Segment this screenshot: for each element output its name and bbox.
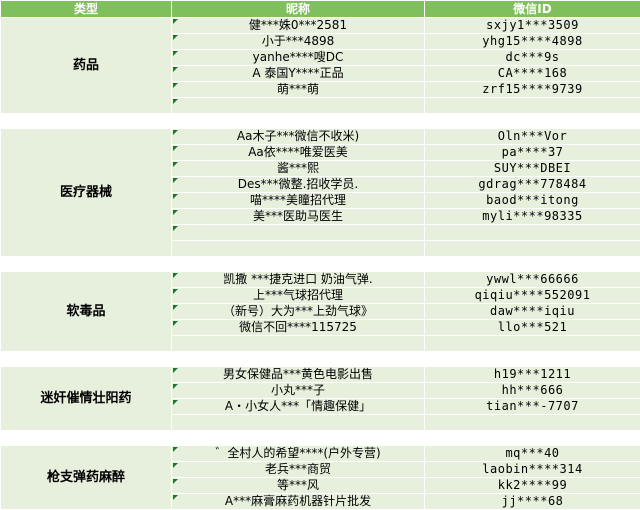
wechat-id-cell: gdrag***778484 [425, 177, 640, 193]
table-row: 迷奸催情壮阳药 男女保健品***黄色电影出售 h19***1211 [1, 367, 640, 383]
spacer-row [1, 114, 640, 129]
wechat-id-cell: daw****iqiu [425, 304, 640, 320]
empty-cell [172, 98, 425, 114]
nickname-cell: 微信不回****115725 [172, 320, 425, 336]
empty-cell [425, 98, 640, 114]
nickname-cell: A 泰国Y****正品 [172, 66, 425, 82]
empty-cell [425, 241, 640, 257]
nickname-cell: 等***风 [172, 478, 425, 494]
table-row: 药品 健***姝0***2581 sxjy1***3509 [1, 18, 640, 34]
wechat-id-cell: SUY***DBEI [425, 161, 640, 177]
nickname-cell: 上***气球招代理 [172, 288, 425, 304]
nickname-cell: Des***微整.招收学员. [172, 177, 425, 193]
wechat-id-cell: tian***-7707 [425, 399, 640, 415]
wechat-id-cell: dc***9s [425, 50, 640, 66]
data-table: 类型 昵称 微信ID 药品 健***姝0***2581 sxjy1***3509… [0, 0, 640, 510]
spacer-cell [1, 352, 640, 367]
empty-cell [172, 336, 425, 352]
wechat-id-cell: Oln***Vor [425, 129, 640, 145]
nickname-cell: Aa依****唯爱医美 [172, 145, 425, 161]
wechat-id-cell: jj****68 [425, 494, 640, 510]
header-nickname: 昵称 [172, 1, 425, 18]
nickname-cell: 小于***4898 [172, 34, 425, 50]
nickname-cell: 酱***熙 [172, 161, 425, 177]
empty-cell [172, 225, 425, 241]
wechat-id-cell: zrf15****9739 [425, 82, 640, 98]
nickname-cell: 凯撒 ***捷克进口 奶油气弹. [172, 272, 425, 288]
empty-cell [172, 241, 425, 257]
empty-cell [425, 415, 640, 431]
nickname-cell: 美***医助马医生 [172, 209, 425, 225]
header-row: 类型 昵称 微信ID [1, 1, 640, 18]
wechat-id-cell: yhg15****4898 [425, 34, 640, 50]
wechat-id-cell: mq***40 [425, 446, 640, 462]
wechat-id-cell: myli****98335 [425, 209, 640, 225]
nickname-cell: 男女保健品***黄色电影出售 [172, 367, 425, 383]
wechat-id-cell: ywwl***66666 [425, 272, 640, 288]
nickname-cell: （新号）大为***上劲气球》 [172, 304, 425, 320]
wechat-id-cell: sxjy1***3509 [425, 18, 640, 34]
nickname-cell: yanhe****嗖DC [172, 50, 425, 66]
spacer-cell [1, 114, 640, 129]
wechat-id-cell: laobin****314 [425, 462, 640, 478]
wechat-id-cell: hh***666 [425, 383, 640, 399]
category-cell: 药品 [1, 18, 172, 114]
nickname-cell: ゛全村人的希望****(户外专营) [172, 446, 425, 462]
category-cell: 枪支弹药麻醉 [1, 446, 172, 510]
spacer-row [1, 257, 640, 272]
header-wechat-id: 微信ID [425, 1, 640, 18]
nickname-cell: Aa木子***微信不收米) [172, 129, 425, 145]
table-row: 软毒品 凯撒 ***捷克进口 奶油气弹. ywwl***66666 [1, 272, 640, 288]
nickname-cell: 小丸***子 [172, 383, 425, 399]
header-type: 类型 [1, 1, 172, 18]
wechat-id-cell: qiqiu****552091 [425, 288, 640, 304]
table-row: 医疗器械 Aa木子***微信不收米) Oln***Vor [1, 129, 640, 145]
category-cell: 医疗器械 [1, 129, 172, 257]
spacer-cell [1, 257, 640, 272]
category-cell: 迷奸催情壮阳药 [1, 367, 172, 431]
nickname-cell: A・小女人***「情趣保健」 [172, 399, 425, 415]
wechat-id-cell: pa****37 [425, 145, 640, 161]
wechat-id-cell: llo***521 [425, 320, 640, 336]
table-row: 枪支弹药麻醉 ゛全村人的希望****(户外专营) mq***40 [1, 446, 640, 462]
nickname-cell: 健***姝0***2581 [172, 18, 425, 34]
spacer-row [1, 352, 640, 367]
nickname-cell: 老兵***商贸 [172, 462, 425, 478]
wechat-id-cell: CA****168 [425, 66, 640, 82]
category-cell: 软毒品 [1, 272, 172, 352]
wechat-id-cell: h19***1211 [425, 367, 640, 383]
spacer-row [1, 431, 640, 446]
nickname-cell: 喵****美瞳招代理 [172, 193, 425, 209]
wechat-id-cell: baod***itong [425, 193, 640, 209]
empty-cell [172, 415, 425, 431]
wechat-id-cell: kk2****99 [425, 478, 640, 494]
empty-cell [425, 336, 640, 352]
nickname-cell: 萌***萌 [172, 82, 425, 98]
empty-cell [425, 225, 640, 241]
nickname-cell: A***麻膏麻药机器针片批发 [172, 494, 425, 510]
spacer-cell [1, 431, 640, 446]
